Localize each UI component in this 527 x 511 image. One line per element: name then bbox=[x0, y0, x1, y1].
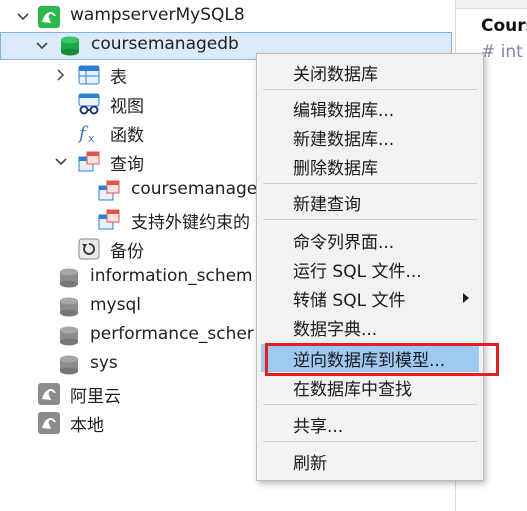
database-icon bbox=[58, 325, 80, 347]
menu-item-dump-sql-file[interactable]: 转储 SQL 文件 bbox=[261, 284, 479, 312]
context-menu: 关闭数据库 编辑数据库... 新建数据库... 删除数据库 新建查询 命令列界面… bbox=[256, 53, 484, 481]
view-icon bbox=[78, 93, 100, 115]
chevron-down-icon[interactable] bbox=[35, 39, 49, 53]
chevron-down-icon[interactable] bbox=[16, 10, 30, 24]
tree-item-label: 查询 bbox=[110, 155, 144, 175]
tree-item-label: sys bbox=[90, 353, 118, 373]
menu-item-run-sql-file[interactable]: 运行 SQL 文件... bbox=[261, 255, 479, 283]
menu-item-command-line[interactable]: 命令列界面... bbox=[261, 226, 479, 254]
query-icon bbox=[78, 151, 100, 173]
query-icon bbox=[98, 180, 120, 202]
menu-item-delete-database[interactable]: 删除数据库 bbox=[261, 152, 479, 180]
tree-item-label: information_schem bbox=[90, 266, 253, 286]
mysql-connection-icon bbox=[38, 412, 60, 434]
menu-item-edit-database[interactable]: 编辑数据库... bbox=[261, 94, 479, 122]
tree-item-label: 支持外键约束的 bbox=[131, 213, 250, 233]
database-icon bbox=[59, 35, 81, 57]
query-icon bbox=[98, 209, 120, 231]
tree-item-label: performance_scher bbox=[90, 324, 254, 344]
annotation-highlight-box bbox=[265, 343, 499, 376]
menu-separator bbox=[263, 89, 477, 90]
function-icon: fx bbox=[77, 122, 100, 145]
menu-item-new-database[interactable]: 新建数据库... bbox=[261, 123, 479, 151]
chevron-right-icon[interactable] bbox=[54, 68, 68, 82]
tree-item-label: 本地 bbox=[70, 416, 104, 436]
menu-item-find-in-database[interactable]: 在数据库中查找 bbox=[261, 373, 479, 401]
menu-separator bbox=[263, 404, 477, 405]
database-icon bbox=[58, 267, 80, 289]
tree-item-label: coursemanage bbox=[131, 179, 258, 199]
tree-item-connection[interactable]: wampserverMySQL8 bbox=[0, 3, 452, 31]
menu-separator bbox=[263, 183, 477, 184]
menu-separator bbox=[263, 219, 477, 220]
table-icon bbox=[78, 64, 100, 86]
menu-separator bbox=[263, 441, 477, 442]
menu-item-data-dictionary[interactable]: 数据字典... bbox=[261, 313, 479, 341]
menu-item-new-query[interactable]: 新建查询 bbox=[261, 188, 479, 216]
database-icon bbox=[58, 296, 80, 318]
mysql-connection-icon bbox=[38, 6, 60, 28]
menu-item-close-database[interactable]: 关闭数据库 bbox=[261, 58, 479, 86]
tree-item-label: 备份 bbox=[110, 242, 144, 262]
tree-item-label: 阿里云 bbox=[70, 387, 121, 407]
database-icon bbox=[58, 354, 80, 376]
menu-item-label: 转储 SQL 文件 bbox=[293, 290, 406, 311]
panel-subtitle: # int bbox=[481, 42, 523, 62]
submenu-arrow-icon bbox=[463, 293, 469, 303]
backup-icon bbox=[78, 238, 100, 260]
svg-text:x: x bbox=[88, 132, 95, 144]
menu-item-refresh[interactable]: 刷新 bbox=[261, 447, 479, 475]
menu-item-share[interactable]: 共享... bbox=[261, 410, 479, 438]
chevron-down-icon[interactable] bbox=[54, 155, 68, 169]
mysql-connection-icon bbox=[38, 383, 60, 405]
tree-item-label: mysql bbox=[90, 295, 141, 315]
tree-item-label: 视图 bbox=[110, 97, 144, 117]
tree-item-label: 表 bbox=[110, 68, 127, 88]
tree-item-label: coursemanagedb bbox=[91, 34, 239, 54]
tree-item-label: wampserverMySQL8 bbox=[70, 5, 245, 25]
panel-header-bar bbox=[456, 0, 527, 9]
tree-item-label: 函数 bbox=[110, 126, 144, 146]
panel-title: Cours bbox=[481, 16, 527, 36]
